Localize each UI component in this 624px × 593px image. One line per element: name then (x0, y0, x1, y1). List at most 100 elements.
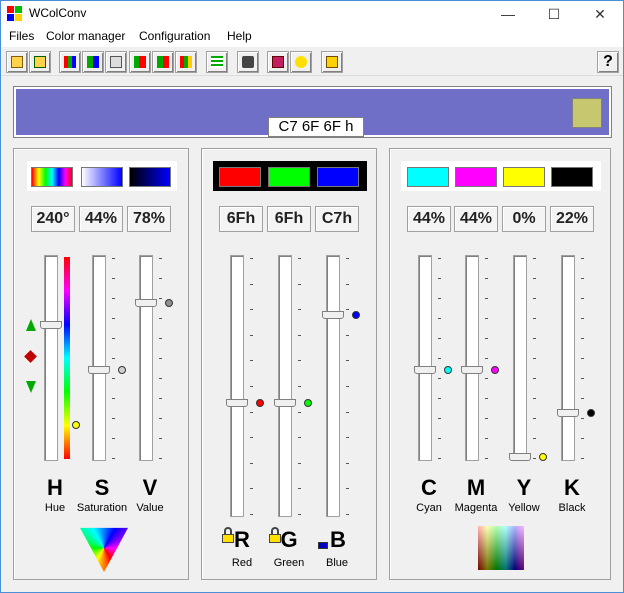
yellow-slider-thumb[interactable] (509, 453, 531, 461)
thermometer-icon (134, 56, 146, 68)
yellow-tick (533, 398, 536, 399)
magenta-slider-thumb[interactable] (461, 365, 483, 374)
value-readout: 78% (127, 206, 171, 232)
help-topic-button[interactable] (290, 51, 312, 73)
yellow-swatch[interactable] (503, 167, 545, 187)
yellow-marker-dot (539, 453, 547, 461)
value-slider-track[interactable] (139, 255, 153, 461)
import-grid-button[interactable] (59, 51, 81, 73)
rgb-panel: 6Fh 6Fh C7h R G B Red Green Blue (201, 148, 377, 580)
hue-up-arrow-icon[interactable] (26, 319, 36, 331)
value-tick (159, 358, 162, 359)
yellow-readout: 0% (502, 206, 546, 232)
open-file-button[interactable] (6, 51, 28, 73)
green-slider-thumb[interactable] (274, 398, 296, 407)
magenta-slider-track[interactable] (465, 255, 479, 461)
minimize-button[interactable]: — (485, 1, 531, 27)
cyan-swatch[interactable] (407, 167, 449, 187)
magenta-swatch[interactable] (455, 167, 497, 187)
cyan-tick (438, 438, 441, 439)
hue-down-arrow-icon[interactable] (26, 381, 36, 393)
red-swatch[interactable] (219, 167, 261, 187)
green-slider-track[interactable] (278, 255, 292, 517)
cyan-readout: 44% (407, 206, 451, 232)
green-tick (298, 488, 301, 490)
hue-slider-thumb[interactable] (40, 320, 62, 329)
title-bar[interactable]: WColConv — ☐ ✕ (1, 1, 623, 27)
color-table-button[interactable] (175, 51, 197, 73)
complement-swatch[interactable] (572, 98, 602, 128)
export-web-button[interactable] (105, 51, 127, 73)
menu-help[interactable]: Help (227, 29, 252, 43)
thermometer-button[interactable] (129, 51, 151, 73)
saturation-slider-thumb[interactable] (88, 365, 110, 374)
context-help-button[interactable]: ? (597, 51, 619, 73)
value-tick (159, 458, 162, 459)
value-swatch[interactable] (129, 167, 171, 187)
red-slider-track[interactable] (230, 255, 244, 517)
blue-tick (346, 283, 349, 285)
black-tick (581, 418, 584, 419)
black-tick (581, 458, 584, 459)
cyan-marker-dot (444, 365, 452, 374)
yellow-tick (533, 438, 536, 439)
magenta-tick (485, 318, 488, 319)
magenta-tick (485, 298, 488, 299)
saturation-tick (112, 438, 115, 439)
blue-slider-thumb[interactable] (322, 310, 344, 319)
blue-tick (346, 258, 349, 259)
value-slider-thumb[interactable] (135, 298, 157, 307)
color-cone-icon[interactable] (80, 527, 128, 572)
app-icon (7, 6, 23, 22)
menu-files[interactable]: Files (9, 29, 34, 43)
yellow-tick (533, 318, 536, 319)
capture-button[interactable] (237, 51, 259, 73)
magenta-marker-dot (491, 365, 499, 374)
hue-center-icon[interactable] (24, 350, 37, 363)
green-marker-dot (304, 398, 312, 407)
black-slider-thumb[interactable] (557, 409, 579, 418)
red-readout: 6Fh (219, 206, 263, 232)
black-slider-track[interactable] (561, 255, 575, 461)
menu-color-manager[interactable]: Color manager (46, 29, 125, 43)
saturation-slider-track[interactable] (92, 255, 106, 461)
cyan-slider-thumb[interactable] (414, 365, 436, 374)
yellow-tick (533, 458, 536, 459)
blue-swatch[interactable] (317, 167, 359, 187)
hue-readout: 240° (31, 206, 75, 232)
black-swatch[interactable] (551, 167, 593, 187)
yellow-slider-track[interactable] (513, 255, 527, 461)
green-letter: G (280, 527, 298, 552)
book-button[interactable] (267, 51, 289, 73)
green-swatch[interactable] (268, 167, 310, 187)
green-tick (298, 283, 301, 285)
saturation-tick (112, 398, 115, 399)
black-label: Black (558, 502, 586, 514)
list-button[interactable] (206, 51, 228, 73)
green-tick (298, 514, 301, 515)
cyan-slider-track[interactable] (418, 255, 432, 461)
save-file-button[interactable] (29, 51, 51, 73)
red-tick (250, 386, 253, 387)
maximize-button[interactable]: ☐ (531, 1, 577, 27)
hue-slider-track[interactable] (44, 255, 58, 461)
close-button[interactable]: ✕ (577, 1, 623, 27)
blue-slider-track[interactable] (326, 255, 340, 517)
red-slider-thumb[interactable] (226, 398, 248, 407)
saturation-swatch[interactable] (81, 167, 123, 187)
exit-button[interactable] (321, 51, 343, 73)
hex-value-label: C7 6F 6F h (268, 117, 364, 137)
color-grid-icon (64, 56, 76, 68)
app-window: WColConv — ☐ ✕ Files Color manager Confi… (0, 0, 624, 593)
saturation-readout: 44% (79, 206, 123, 232)
color-table-icon (180, 56, 192, 68)
window-title: WColConv (29, 6, 87, 20)
hue-spectrum-swatch[interactable] (31, 167, 73, 187)
blue-tick (346, 360, 349, 362)
cyan-tick (438, 358, 441, 359)
export-grid-button[interactable] (82, 51, 104, 73)
color-palette-icon[interactable] (478, 526, 524, 570)
menu-configuration[interactable]: Configuration (139, 29, 210, 43)
delete-color-button[interactable] (152, 51, 174, 73)
green-tick (298, 437, 301, 439)
